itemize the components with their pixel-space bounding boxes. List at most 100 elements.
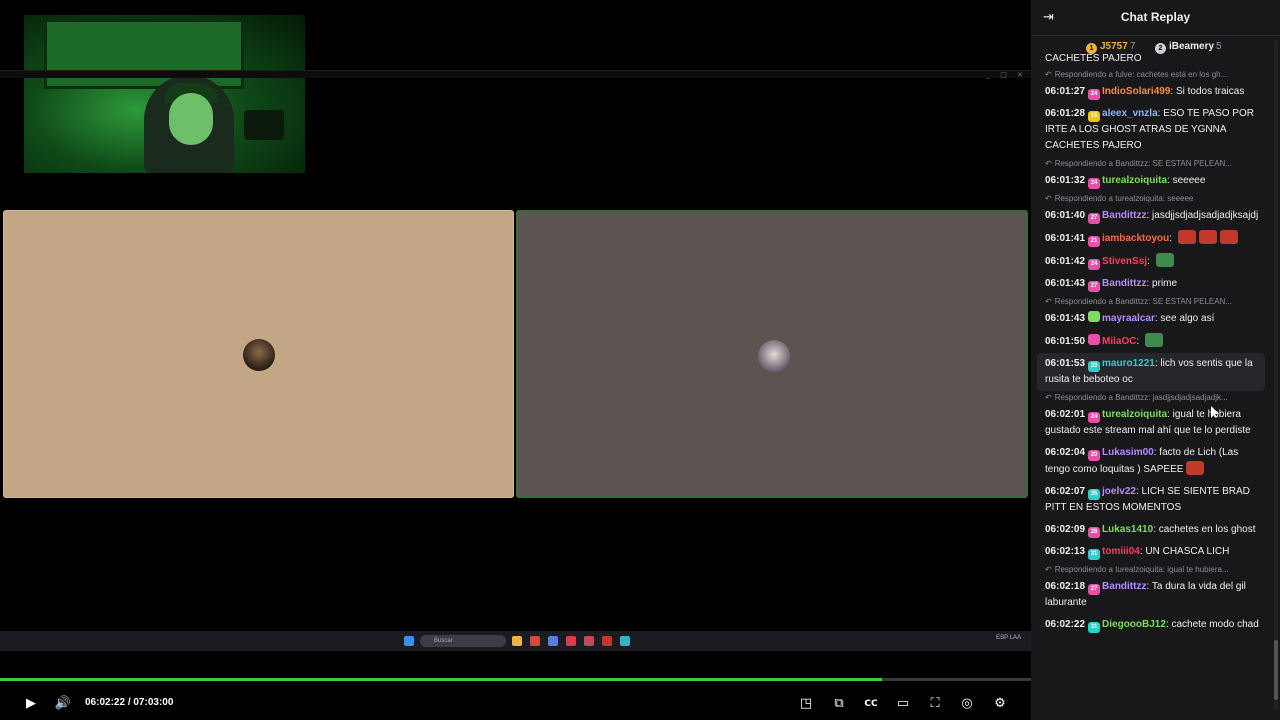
message-timestamp[interactable]: 06:01:40 <box>1045 210 1085 221</box>
reply-context[interactable]: ↶ Respondiendo a Bandittzz: jasdjjsdjadjs… <box>1031 391 1269 404</box>
player-controls: ▶ 🔊 06:02:22 / 07:03:00 ◳ ⧉ CC ▭ ⛶ ◎ ⚙ <box>0 688 1031 720</box>
play-icon[interactable]: ▶ <box>21 694 41 714</box>
leader-count: 5 <box>1216 41 1222 52</box>
avatar <box>243 339 275 371</box>
chat-username[interactable]: joelv22 <box>1102 486 1136 497</box>
reply-text: Respondiendo a Bandittzz: jasdjjsdjadjsa… <box>1054 393 1228 402</box>
subscriber-badge-icon: 27 <box>1088 213 1101 224</box>
chat-username[interactable]: Lukas1410 <box>1102 524 1153 535</box>
subscriber-badge-icon: 27 <box>1088 584 1101 595</box>
message-text: see algo así <box>1160 313 1215 324</box>
emote-icon <box>1177 230 1196 244</box>
leader-count: 7 <box>1129 41 1136 52</box>
settings-gear-icon[interactable]: ⚙ <box>990 694 1010 714</box>
chat-username[interactable]: IndioSolari499 <box>1102 86 1170 97</box>
reply-arrow-icon: ↶ <box>1045 565 1052 574</box>
message-timestamp[interactable]: 06:01:42 <box>1045 256 1085 267</box>
speed-icon[interactable]: ◎ <box>957 694 977 714</box>
reply-text: Respondiendo a turealzoiquita: igual te … <box>1054 565 1229 574</box>
chat-message: 06:01:32 24 turealzoiquita: seeeee <box>1031 170 1269 192</box>
chat-username[interactable]: DiegoooBJ12 <box>1102 619 1166 630</box>
message-timestamp[interactable]: 06:02:13 <box>1045 546 1085 557</box>
chat-username[interactable]: iambacktoyou <box>1102 233 1169 244</box>
message-colon: : <box>1136 336 1143 347</box>
chat-message: 06:02:01 24 turealzoiquita: igual te hubie… <box>1031 404 1269 442</box>
message-timestamp[interactable]: 06:01:43 <box>1045 313 1085 324</box>
message-timestamp[interactable]: 06:01:28 <box>1045 108 1085 119</box>
message-timestamp[interactable]: 06:02:07 <box>1045 486 1085 497</box>
app-icon <box>548 636 558 646</box>
message-timestamp[interactable]: 06:02:22 <box>1045 619 1085 630</box>
chat-username[interactable]: Bandittzz <box>1102 581 1146 592</box>
time-display: 06:02:22 / 07:03:00 <box>85 697 173 708</box>
reply-context[interactable]: ↶ Respondiendo a turealzoiquita: igual te… <box>1031 563 1269 576</box>
reply-arrow-icon: ↶ <box>1045 297 1052 306</box>
message-timestamp[interactable]: 06:02:09 <box>1045 524 1085 535</box>
message-timestamp[interactable]: 06:02:18 <box>1045 581 1085 592</box>
video-stage[interactable]: _ □ ✕ Buscar ESP LAA ▶ 🔊 06:02:22 / 07:0… <box>0 0 1031 720</box>
chat-username[interactable]: Lukasim00 <box>1102 447 1154 458</box>
chat-username[interactable]: tomiii04 <box>1102 546 1140 557</box>
emote-icon <box>1186 461 1205 475</box>
captions-icon[interactable]: CC <box>861 694 881 714</box>
emote-icon <box>1198 230 1217 244</box>
message-colon: : <box>1147 256 1153 267</box>
duration: 07:03:00 <box>133 697 174 708</box>
reply-context[interactable]: ↶ Respondiendo a Bandittzz: SE ESTAN PELE… <box>1031 295 1269 308</box>
reply-text: Respondiendo a Bandittzz: SE ESTAN PELEA… <box>1054 159 1232 168</box>
message-timestamp[interactable]: 06:01:32 <box>1045 175 1085 186</box>
chat-message: 06:02:04 20 Lukasim00: facto de Lich (Las … <box>1031 442 1269 481</box>
window-controls: _ □ ✕ <box>986 71 1027 79</box>
chat-username[interactable]: MilaOC <box>1102 336 1136 347</box>
chat-username[interactable]: Bandittzz <box>1102 278 1146 289</box>
chat-username[interactable]: Bandittzz <box>1102 210 1146 221</box>
emote-icon <box>1155 253 1174 267</box>
reply-text: Respondiendo a fulve: cachetes está en l… <box>1054 70 1228 79</box>
message-timestamp[interactable]: 06:01:50 <box>1045 336 1085 347</box>
message-timestamp[interactable]: 06:01:41 <box>1045 233 1085 244</box>
webcam-overlay <box>24 15 305 173</box>
message-timestamp[interactable]: 06:02:04 <box>1045 447 1085 458</box>
chat-message-list: CACHETES PAJERO ↶ Respondiendo a fulve: c… <box>1031 53 1269 636</box>
clip-icon[interactable]: ⧉ <box>829 694 849 714</box>
chat-username[interactable]: aleex_vnzla <box>1102 108 1158 119</box>
subscriber-badge-icon: 35 <box>1088 489 1101 500</box>
miniplayer-icon[interactable]: ◳ <box>796 694 816 714</box>
chat-username[interactable]: turealzoiquita <box>1102 175 1167 186</box>
message-timestamp[interactable]: 06:01:53 <box>1045 358 1085 369</box>
taskbar-tray: ESP LAA <box>996 635 1021 641</box>
chat-scrollbar[interactable] <box>1274 40 1278 710</box>
subscriber-badge-icon: 24 <box>1088 89 1101 100</box>
chat-title: Chat Replay <box>1120 10 1191 24</box>
message-timestamp[interactable]: 06:01:27 <box>1045 86 1085 97</box>
chat-username[interactable]: turealzoiquita <box>1102 409 1167 420</box>
chat-message: 06:02:07 35 joelv22: LICH SE SIENTE BRAD P… <box>1031 481 1269 519</box>
chat-username[interactable]: StivenSsj <box>1102 256 1147 267</box>
volume-icon[interactable]: 🔊 <box>53 694 73 714</box>
message-text: jasdjjsdjadjsadjadjksajdj <box>1152 210 1259 221</box>
reply-context[interactable]: ↶ Respondiendo a Bandittzz: SE ESTAN PELE… <box>1031 157 1269 170</box>
chat-message: 06:01:27 24 IndioSolari499: Si todos traic… <box>1031 81 1269 103</box>
fullscreen-icon[interactable]: ⛶ <box>925 694 945 714</box>
message-text: seeeee <box>1172 175 1206 186</box>
subscriber-badge-icon: 20 <box>1088 450 1101 461</box>
reply-context[interactable]: ↶ Respondiendo a fulve: cachetes está en … <box>1031 68 1269 81</box>
theater-mode-icon[interactable]: ▭ <box>893 694 913 714</box>
current-time: 06:02:22 <box>85 697 126 708</box>
time-separator: / <box>127 697 131 708</box>
chat-scrollbar-thumb[interactable] <box>1274 640 1278 700</box>
chat-message: 06:01:40 27 Bandittzz: jasdjjsdjadjsadjadj… <box>1031 205 1269 227</box>
reply-arrow-icon: ↶ <box>1045 159 1052 168</box>
reply-arrow-icon: ↶ <box>1045 393 1052 402</box>
seek-bar[interactable] <box>0 678 1031 681</box>
chat-username[interactable]: mauro1221 <box>1102 358 1155 369</box>
chat-message: 06:01:43 27 Bandittzz: prime <box>1031 273 1269 295</box>
chat-message: 06:01:53 33 mauro1221: lich vos sentis que… <box>1037 353 1265 391</box>
chat-username[interactable]: mayraalcar <box>1102 313 1155 324</box>
folder-icon <box>512 636 522 646</box>
reply-context[interactable]: ↶ Respondiendo a turealzoiquita: seeeee <box>1031 192 1269 205</box>
subscriber-badge-icon: 31 <box>1088 549 1101 560</box>
message-timestamp[interactable]: 06:01:43 <box>1045 278 1085 289</box>
message-timestamp[interactable]: 06:02:01 <box>1045 409 1085 420</box>
avatar <box>758 340 790 372</box>
